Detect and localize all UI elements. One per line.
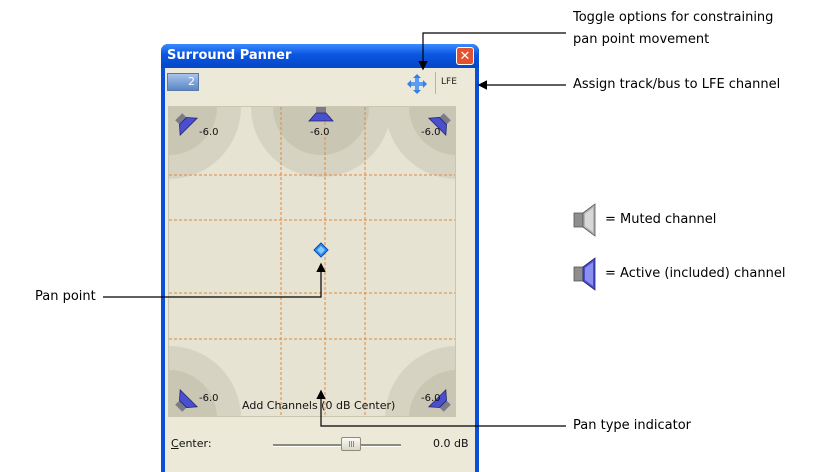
window-client-area: 2 LFE -6.0 -6.0 -6.0 -6.0 -6.0 Add Chann… — [165, 68, 475, 472]
center-level: -6.0 — [310, 127, 330, 138]
front-right-level: -6.0 — [421, 127, 441, 138]
center-slider-track[interactable] — [273, 444, 401, 447]
active-speaker-icon — [573, 257, 596, 291]
callout-lfe: Assign track/bus to LFE channel — [573, 77, 781, 92]
panner-field[interactable]: -6.0 -6.0 -6.0 -6.0 -6.0 Add Channels (0… — [168, 106, 456, 417]
center-label: Center: — [171, 437, 212, 450]
move-constraint-icon[interactable] — [407, 74, 427, 94]
window-title: Surround Panner — [167, 48, 292, 63]
callout-pan-type: Pan type indicator — [573, 418, 691, 433]
pan-point[interactable] — [313, 242, 329, 258]
channel-count-field[interactable]: 2 — [167, 73, 199, 91]
pan-type-indicator: Add Channels (0 dB Center) — [242, 399, 396, 412]
muted-speaker-icon — [573, 203, 596, 237]
callout-constrain-line1: Toggle options for constraining — [573, 10, 774, 25]
lfe-button[interactable]: LFE — [441, 77, 457, 87]
rear-right-level: -6.0 — [421, 393, 441, 404]
surround-panner-window: Surround Panner ✕ 2 LFE -6.0 -6.0 -6.0 -… — [161, 44, 479, 472]
title-bar[interactable]: Surround Panner ✕ — [161, 44, 479, 68]
legend-active: = Active (included) channel — [605, 266, 786, 281]
callout-constrain-line2: pan point movement — [573, 32, 710, 47]
rear-left-level: -6.0 — [199, 393, 219, 404]
toolbar-separator — [435, 72, 436, 94]
legend-muted: = Muted channel — [605, 212, 717, 227]
center-value: 0.0 dB — [433, 437, 469, 450]
callout-pan-point: Pan point — [35, 289, 96, 304]
panner-graphics — [169, 107, 455, 416]
center-slider-thumb[interactable] — [341, 437, 361, 451]
front-left-level: -6.0 — [199, 127, 219, 138]
close-button[interactable]: ✕ — [456, 47, 474, 65]
